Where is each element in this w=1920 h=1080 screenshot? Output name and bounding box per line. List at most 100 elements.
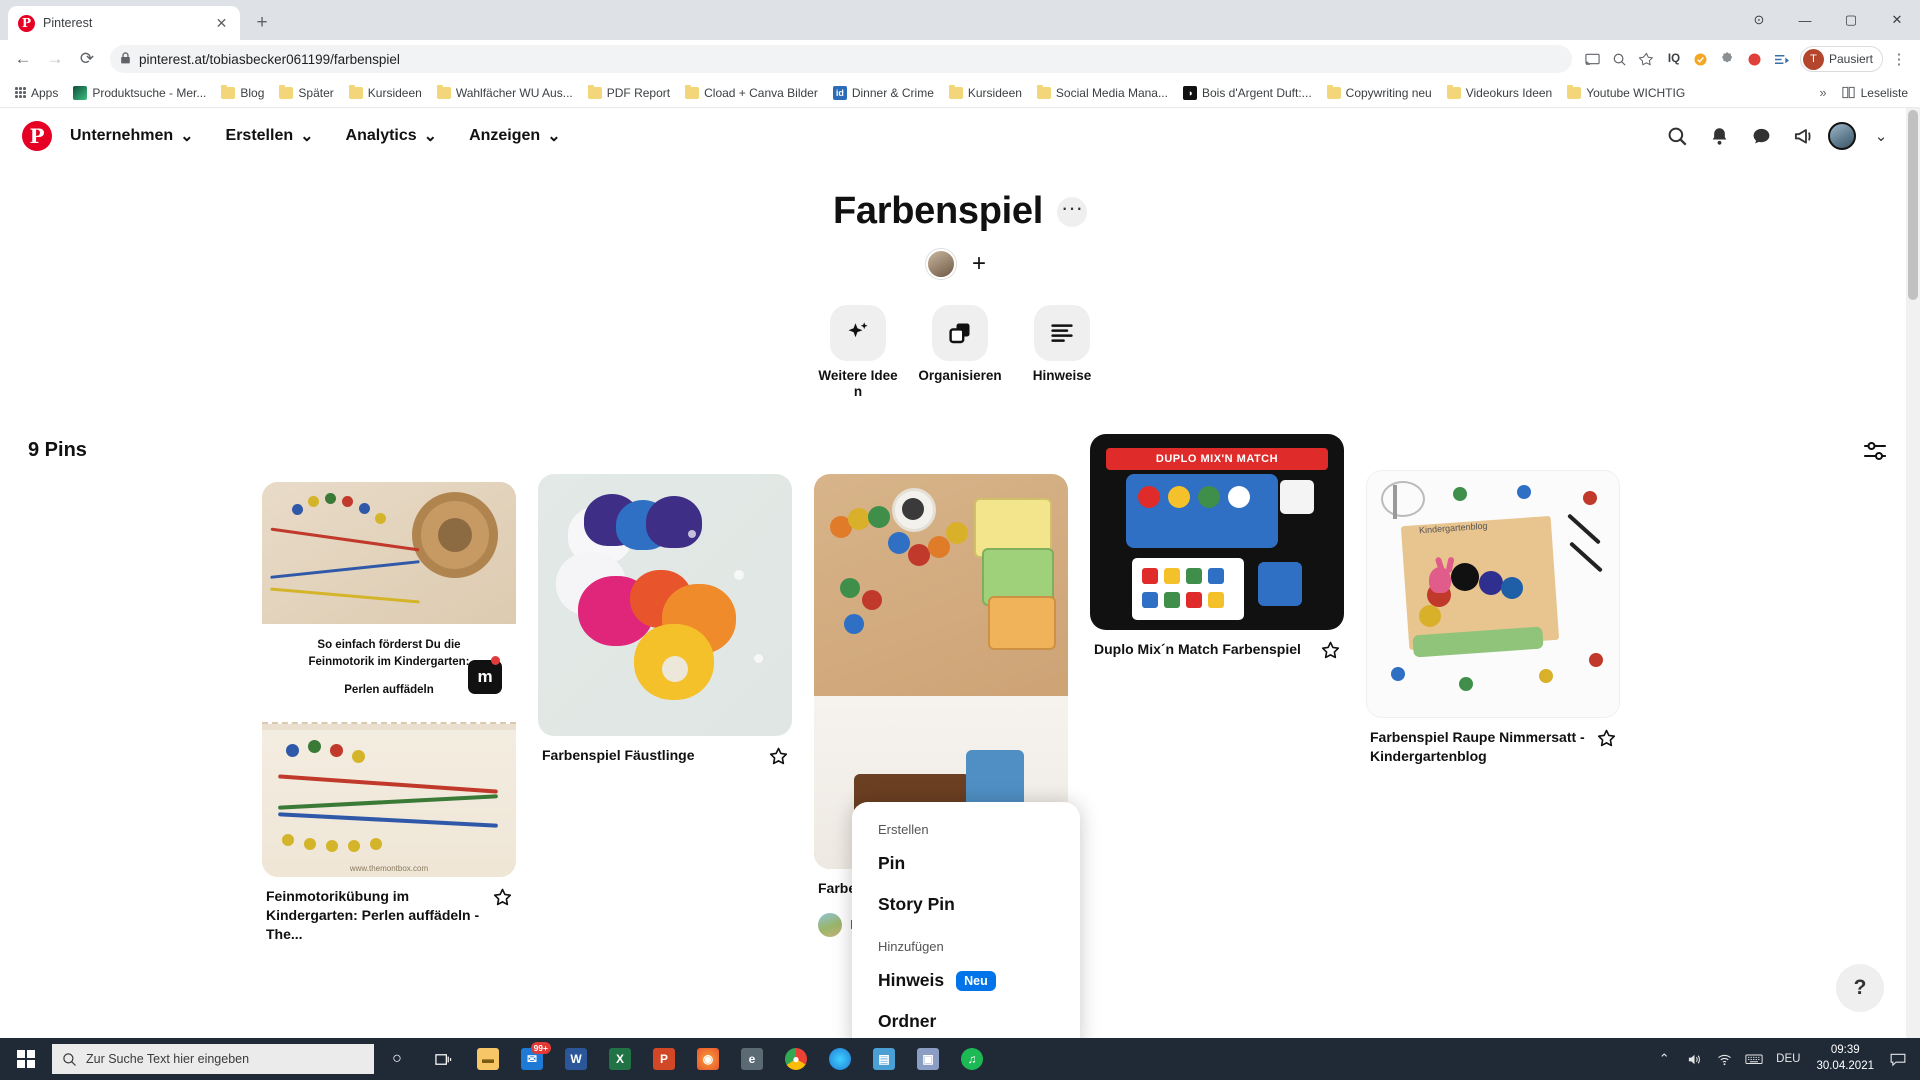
star-icon[interactable] (493, 888, 512, 912)
cast-icon[interactable] (1580, 46, 1606, 72)
dropdown-item-story-pin[interactable]: Story Pin (852, 884, 1080, 925)
bookmark-apps[interactable]: Apps (8, 83, 65, 103)
pinterest-logo-icon[interactable]: P (22, 121, 52, 151)
maximize-button[interactable]: ▢ (1828, 0, 1874, 40)
dropdown-item-label: Pin (878, 853, 906, 873)
filter-icon[interactable] (1858, 434, 1892, 468)
dropdown-item-ordner[interactable]: Ordner (852, 1001, 1080, 1038)
board-options-icon[interactable]: ··· (1057, 196, 1087, 227)
orange-extension-icon[interactable] (1688, 46, 1714, 72)
extension-indicator-icon[interactable]: ⊙ (1736, 0, 1782, 40)
reload-icon[interactable]: ⟳ (72, 44, 102, 74)
dropdown-item-pin[interactable]: Pin (852, 843, 1080, 884)
bookmark-item[interactable]: Copywriting neu (1320, 83, 1439, 103)
wifi-icon[interactable] (1710, 1038, 1738, 1080)
bookmark-item[interactable]: Cload + Canva Bilder (678, 83, 825, 103)
forward-icon[interactable]: → (40, 44, 70, 74)
message-icon[interactable] (1744, 119, 1778, 153)
scrollbar-thumb[interactable] (1908, 110, 1918, 300)
reading-list-button[interactable]: Leseliste (1841, 85, 1908, 100)
chrome-menu-icon[interactable]: ⋮ (1886, 46, 1912, 72)
action-hinweise[interactable]: Hinweise (1020, 305, 1104, 400)
list-extension-icon[interactable] (1769, 46, 1795, 72)
taskbar-app-edge[interactable] (818, 1038, 862, 1080)
language-indicator[interactable]: DEU (1770, 1038, 1806, 1080)
start-button[interactable] (2, 1038, 50, 1080)
taskbar-app-excel[interactable]: X (598, 1038, 642, 1080)
bookmark-item[interactable]: Social Media Mana... (1030, 83, 1175, 103)
iq-extension-icon[interactable]: IQ (1661, 46, 1687, 72)
page-scrollbar[interactable] (1906, 108, 1920, 1038)
nav-item-anzeigen[interactable]: Anzeigen ⌄ (455, 117, 575, 155)
pin-image[interactable] (538, 473, 792, 736)
pin-title: Feinmotorikübung im Kindergarten: Perlen… (266, 887, 480, 942)
taskbar-app-file-explorer[interactable]: ▬ (466, 1038, 510, 1080)
bookmark-item[interactable]: Produktsuche - Mer... (66, 83, 213, 103)
bookmark-item[interactable]: Videokurs Ideen (1440, 83, 1560, 103)
bookmark-item[interactable]: PDF Report (581, 83, 677, 103)
bell-icon[interactable] (1702, 119, 1736, 153)
taskbar-app-mail[interactable]: ✉ 99+ (510, 1038, 554, 1080)
pin-image[interactable]: So einfach förderst Du die Feinmotorik i… (262, 481, 516, 877)
star-icon[interactable] (1321, 641, 1340, 665)
new-tab-button[interactable]: + (248, 9, 276, 37)
cortana-icon[interactable]: ○ (374, 1038, 420, 1080)
keyboard-icon[interactable] (1740, 1038, 1768, 1080)
user-avatar[interactable] (1828, 122, 1856, 150)
nav-item-erstellen[interactable]: Erstellen ⌄ (212, 117, 328, 155)
clock[interactable]: 09:39 30.04.2021 (1808, 1043, 1882, 1074)
volume-icon[interactable] (1680, 1038, 1708, 1080)
nav-item-unternehmen[interactable]: Unternehmen ⌄ (56, 117, 208, 155)
taskbar-app-edge-legacy[interactable]: e (730, 1038, 774, 1080)
action-center-icon[interactable] (1884, 1038, 1912, 1080)
bookmark-item[interactable]: Blog (214, 83, 271, 103)
star-icon[interactable] (1597, 729, 1616, 753)
close-icon[interactable]: ✕ (213, 15, 230, 32)
taskbar-app-store[interactable]: ▤ (862, 1038, 906, 1080)
bookmark-item[interactable]: Wahlfächer WU Aus... (430, 83, 580, 103)
taskbar-search-input[interactable]: Zur Suche Text hier eingeben (52, 1044, 374, 1074)
task-view-icon[interactable] (420, 1038, 466, 1080)
collaborator-avatar[interactable] (926, 249, 956, 279)
url-input[interactable]: pinterest.at/tobiasbecker061199/farbensp… (110, 45, 1572, 73)
pin-image[interactable]: DUPLO MIX'N MATCH (1090, 433, 1344, 630)
browser-tab[interactable]: P Pinterest ✕ (8, 6, 240, 40)
help-button[interactable]: ? (1836, 964, 1884, 1012)
bookmark-item[interactable]: Youtube WICHTIG (1560, 83, 1692, 103)
pin-card[interactable]: Kindergartenblog Farbenspiel Raupe Nimme… (1366, 469, 1620, 766)
bookmark-item[interactable]: ◑ Bois d'Argent Duft:... (1176, 83, 1319, 103)
bookmark-item[interactable]: Später (272, 83, 340, 103)
bookmark-star-icon[interactable] (1634, 46, 1660, 72)
bookmark-item[interactable]: id Dinner & Crime (826, 83, 941, 103)
taskbar-app-firefox[interactable]: ◉ (686, 1038, 730, 1080)
pin-card[interactable]: Farbenspiel Fäustlinge (538, 473, 792, 771)
action-organisieren[interactable]: Organisieren (918, 305, 1002, 400)
dropdown-item-hinweis[interactable]: Hinweis Neu (852, 960, 1080, 1001)
profile-button[interactable]: T Pausiert (1799, 46, 1883, 72)
puzzle-extension-icon[interactable] (1715, 46, 1741, 72)
taskbar-app-word[interactable]: W (554, 1038, 598, 1080)
bookmark-item[interactable]: Kursideen (342, 83, 429, 103)
tray-expand-icon[interactable]: ⌃ (1650, 1038, 1678, 1080)
taskbar-app-powerpoint[interactable]: P (642, 1038, 686, 1080)
taskbar-app-spotify[interactable]: ♫ (950, 1038, 994, 1080)
megaphone-icon[interactable] (1786, 119, 1820, 153)
overflow-chevron-icon[interactable]: » (1819, 85, 1826, 100)
zoom-icon[interactable] (1607, 46, 1633, 72)
pin-card[interactable]: DUPLO MIX'N MATCH Duplo Mix´n Match Farb… (1090, 433, 1344, 665)
pin-image[interactable]: Kindergartenblog (1366, 469, 1620, 718)
chevron-down-icon[interactable]: ⌄ (1864, 119, 1898, 153)
back-icon[interactable]: ← (8, 44, 38, 74)
red-extension-icon[interactable] (1742, 46, 1768, 72)
taskbar-app-chrome[interactable]: ● (774, 1038, 818, 1080)
star-icon[interactable] (769, 747, 788, 771)
taskbar-app-photos[interactable]: ▣ (906, 1038, 950, 1080)
nav-item-analytics[interactable]: Analytics ⌄ (332, 117, 452, 155)
minimize-button[interactable]: — (1782, 0, 1828, 40)
bookmark-item[interactable]: Kursideen (942, 83, 1029, 103)
close-window-button[interactable]: ✕ (1874, 0, 1920, 40)
action-weitere-ideen[interactable]: Weitere Ideen (816, 305, 900, 400)
add-collaborator-button[interactable]: + (964, 249, 994, 279)
search-icon[interactable] (1660, 119, 1694, 153)
pin-card[interactable]: So einfach förderst Du die Feinmotorik i… (262, 481, 516, 944)
